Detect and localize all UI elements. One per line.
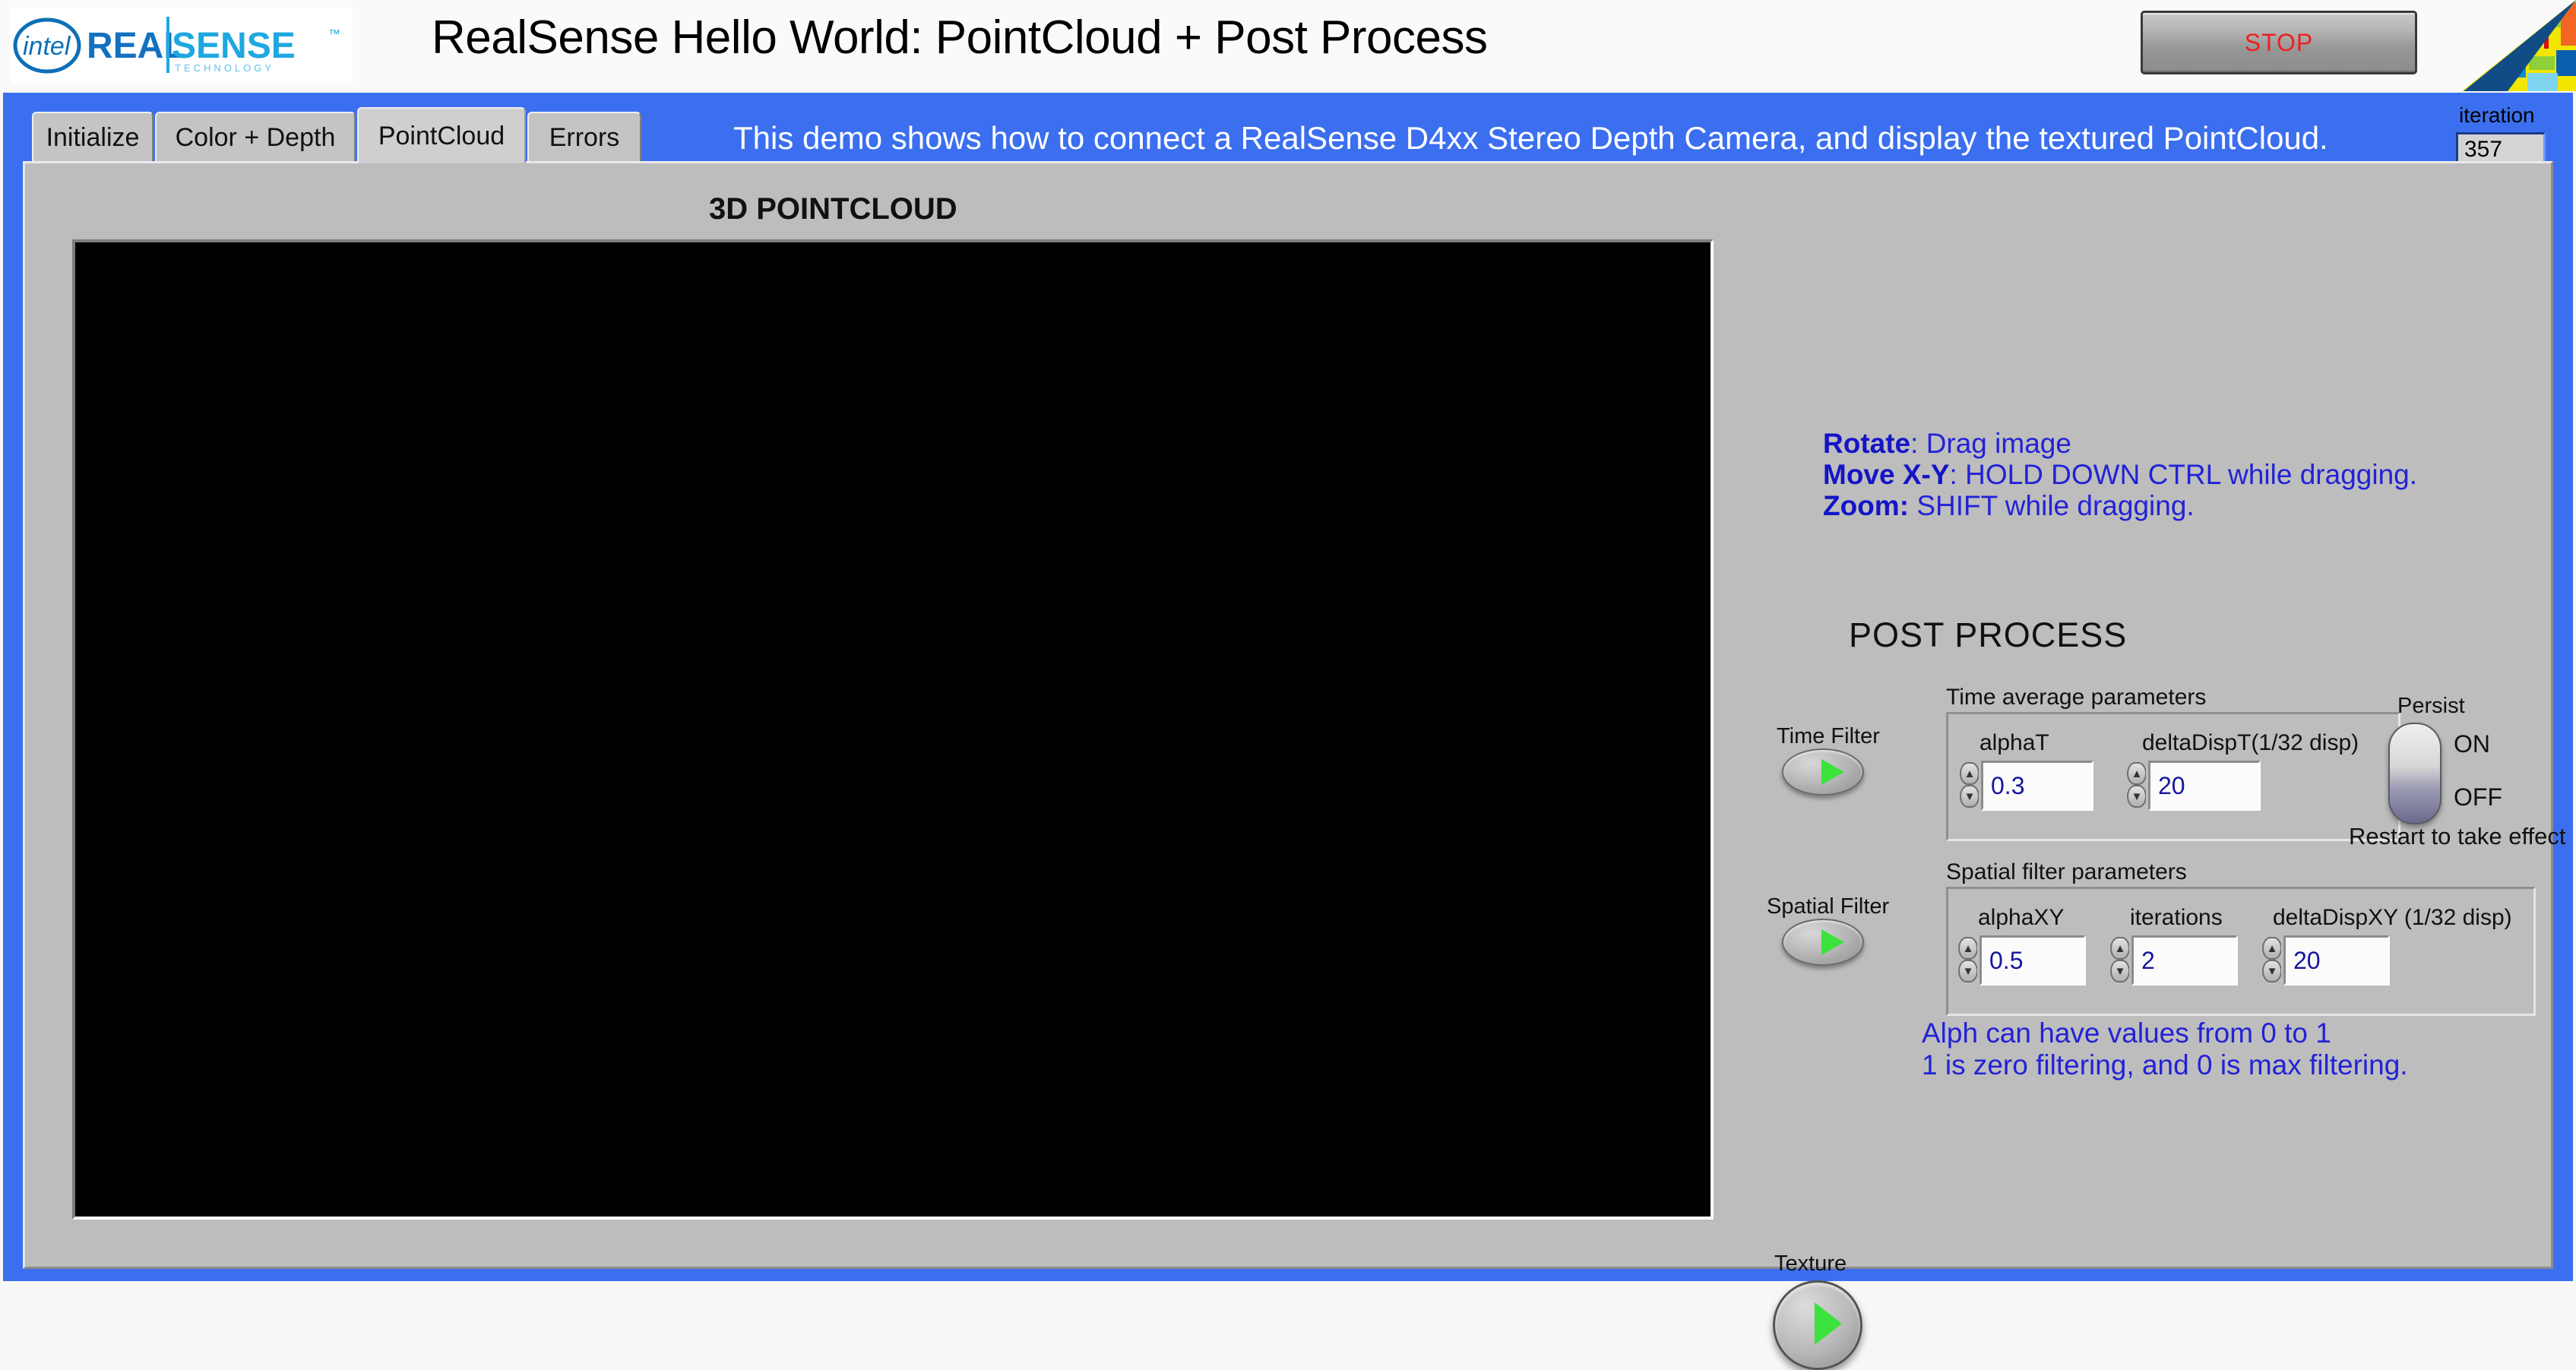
alpha-note-line-2: 1 is zero filtering, and 0 is max filter… bbox=[1922, 1049, 2408, 1080]
spinner-up-icon[interactable]: ▲ bbox=[1958, 937, 1978, 960]
deltaDispXY-spinner[interactable]: ▲ ▼ bbox=[2262, 937, 2282, 984]
tab-label: Initialize bbox=[46, 122, 140, 152]
deltaDispXY-input[interactable]: 20 bbox=[2281, 933, 2392, 988]
spinner-down-icon[interactable]: ▼ bbox=[1958, 960, 1978, 982]
hint-rotate-sep: : bbox=[1910, 428, 1926, 459]
tab-initialize[interactable]: Initialize bbox=[32, 112, 153, 162]
deltaDispXY-label: deltaDispXY (1/32 disp) bbox=[2273, 905, 2512, 930]
hint-zoom: Zoom: SHIFT while dragging. bbox=[1823, 490, 2195, 522]
spinner-down-icon[interactable]: ▼ bbox=[2127, 785, 2147, 808]
iterations-label: iterations bbox=[2130, 905, 2223, 930]
pointcloud-3d-display[interactable] bbox=[72, 239, 1714, 1220]
alphaXY-label: alphaXY bbox=[1978, 905, 2065, 930]
tab-label: Errors bbox=[549, 122, 620, 152]
spinner-down-icon[interactable]: ▼ bbox=[2110, 960, 2130, 982]
hint-zoom-key: Zoom: bbox=[1823, 490, 1910, 521]
hint-rotate: Rotate: Drag image bbox=[1823, 428, 2071, 460]
svg-text:TECHNOLOGY: TECHNOLOGY bbox=[175, 62, 274, 74]
alphaXY-spinner[interactable]: ▲ ▼ bbox=[1958, 937, 1978, 984]
texture-label: Texture bbox=[1774, 1251, 1847, 1276]
play-triangle-icon bbox=[1821, 929, 1844, 955]
hint-rotate-text: Drag image bbox=[1926, 428, 2071, 459]
persist-option-on[interactable]: ON bbox=[2454, 730, 2490, 758]
hint-move-xy: Move X-Y: HOLD DOWN CTRL while dragging. bbox=[1823, 459, 2417, 491]
time-filter-toggle[interactable] bbox=[1782, 748, 1864, 796]
title-bar: intel REAL SENSE TECHNOLOGY ™ RealSense … bbox=[0, 0, 2576, 91]
persist-note: Restart to take effect bbox=[2349, 823, 2566, 850]
texture-toggle[interactable] bbox=[1773, 1280, 1862, 1370]
corner-decoration-graphic bbox=[2454, 0, 2576, 91]
hint-rotate-key: Rotate bbox=[1823, 428, 1911, 459]
tab-errors[interactable]: Errors bbox=[527, 112, 641, 162]
svg-text:intel: intel bbox=[23, 32, 71, 61]
pointcloud-heading: 3D POINTCLOUD bbox=[709, 192, 957, 226]
tab-label: Color + Depth bbox=[175, 122, 336, 152]
tab-label: PointCloud bbox=[378, 121, 505, 150]
alpha-note-line-1: Alph can have values from 0 to 1 bbox=[1922, 1017, 2331, 1049]
iteration-label: iteration bbox=[2459, 103, 2535, 127]
hint-zoom-sep bbox=[1909, 490, 1916, 521]
persist-switch[interactable] bbox=[2388, 723, 2442, 824]
iterations-spinner[interactable]: ▲ ▼ bbox=[2110, 937, 2130, 984]
spinner-up-icon[interactable]: ▲ bbox=[1960, 762, 1979, 785]
iterations-input[interactable]: 2 bbox=[2129, 933, 2240, 988]
persist-option-off[interactable]: OFF bbox=[2454, 783, 2502, 812]
spatial-filter-label: Spatial Filter bbox=[1767, 894, 1890, 919]
hint-move-key: Move X-Y bbox=[1823, 459, 1950, 490]
spatial-filter-group-title: Spatial filter parameters bbox=[1946, 859, 2187, 884]
spinner-up-icon[interactable]: ▲ bbox=[2262, 937, 2282, 960]
play-triangle-icon bbox=[1821, 759, 1844, 785]
play-triangle-icon bbox=[1815, 1302, 1842, 1345]
page-title: RealSense Hello World: PointCloud + Post… bbox=[432, 11, 1488, 64]
time-average-group-title: Time average parameters bbox=[1946, 685, 2207, 710]
svg-text:™: ™ bbox=[328, 28, 340, 41]
spinner-down-icon[interactable]: ▼ bbox=[1960, 785, 1979, 808]
svg-text:SENSE: SENSE bbox=[172, 26, 296, 66]
post-process-heading: POST PROCESS bbox=[1849, 615, 2128, 654]
spinner-up-icon[interactable]: ▲ bbox=[2110, 937, 2130, 960]
stop-button[interactable]: STOP bbox=[2141, 11, 2417, 74]
spinner-down-icon[interactable]: ▼ bbox=[2262, 960, 2282, 982]
hint-move-text: HOLD DOWN CTRL while dragging. bbox=[1965, 459, 2418, 490]
demo-description-banner: This demo shows how to connect a RealSen… bbox=[733, 120, 2328, 156]
spatial-filter-toggle[interactable] bbox=[1782, 919, 1864, 966]
spinner-up-icon[interactable]: ▲ bbox=[2127, 762, 2147, 785]
alphaT-input[interactable]: 0.3 bbox=[1979, 758, 2096, 813]
hint-zoom-text: SHIFT while dragging. bbox=[1916, 490, 2195, 521]
alphaT-label: alphaT bbox=[1979, 730, 2049, 755]
tab-color-depth[interactable]: Color + Depth bbox=[155, 112, 356, 162]
stop-button-label: STOP bbox=[2244, 28, 2314, 56]
deltaDispT-input[interactable]: 20 bbox=[2146, 758, 2263, 813]
alphaT-spinner[interactable]: ▲ ▼ bbox=[1960, 762, 1979, 809]
pointcloud-tab-panel: 3D POINTCLOUD Rotate: Drag image Move X-… bbox=[23, 161, 2565, 1370]
persist-label: Persist bbox=[2397, 694, 2465, 718]
hint-move-sep: : bbox=[1949, 459, 1966, 490]
deltaDispT-label: deltaDispT(1/32 disp) bbox=[2142, 730, 2359, 755]
alphaXY-input[interactable]: 0.5 bbox=[1977, 933, 2088, 988]
tab-pointcloud[interactable]: PointCloud bbox=[357, 107, 526, 163]
time-filter-label: Time Filter bbox=[1777, 724, 1880, 748]
intel-realsense-logo: intel REAL SENSE TECHNOLOGY ™ bbox=[11, 8, 353, 84]
deltaDispT-spinner[interactable]: ▲ ▼ bbox=[2127, 762, 2147, 809]
